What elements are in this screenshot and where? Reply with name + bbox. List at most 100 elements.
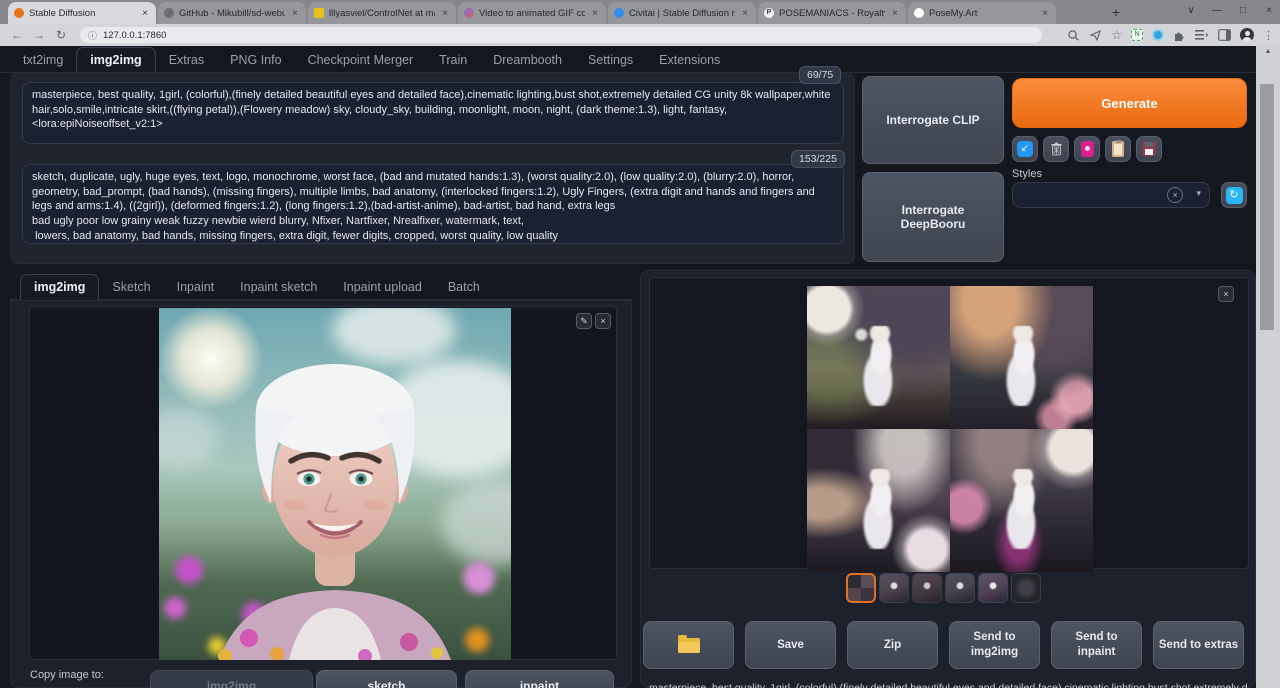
generate-button[interactable]: Generate bbox=[1012, 78, 1247, 128]
browser-menu-icon[interactable]: ⋮ bbox=[1263, 29, 1274, 42]
thumbnail-6[interactable] bbox=[1011, 573, 1041, 603]
favicon-gif-converter bbox=[464, 8, 474, 18]
paste-generation-params-button[interactable]: ↙ bbox=[1012, 136, 1038, 162]
tab-img2img[interactable]: img2img bbox=[76, 47, 155, 73]
result-image-1[interactable] bbox=[807, 286, 950, 429]
negative-prompt-input[interactable]: sketch, duplicate, ugly, huge eyes, text… bbox=[22, 164, 844, 244]
tab-list-icon[interactable] bbox=[1195, 29, 1209, 41]
copy-to-sketch-button[interactable]: sketch bbox=[316, 670, 457, 688]
subtab-inpaint[interactable]: Inpaint bbox=[164, 275, 228, 299]
send-to-inpaint-button[interactable]: Send to inpaint bbox=[1051, 621, 1142, 669]
site-info-icon[interactable]: ⓘ bbox=[88, 29, 97, 42]
tab-train[interactable]: Train bbox=[426, 48, 480, 72]
edit-image-icon[interactable]: ✎ bbox=[576, 313, 592, 329]
send-to-extras-button[interactable]: Send to extras bbox=[1153, 621, 1244, 669]
thumbnail-2[interactable] bbox=[879, 573, 909, 603]
tab-close-icon[interactable]: × bbox=[140, 8, 150, 19]
address-bar[interactable]: ⓘ 127.0.0.1:7860 bbox=[80, 27, 1042, 43]
negative-token-counter: 153/225 bbox=[791, 150, 845, 168]
browser-tab-stable-diffusion[interactable]: Stable Diffusion × bbox=[8, 2, 156, 24]
extensions-puzzle-icon[interactable] bbox=[1173, 29, 1186, 42]
subtab-inpaint-sketch[interactable]: Inpaint sketch bbox=[227, 275, 330, 299]
generation-info-text: masterpiece, best quality, 1girl, (color… bbox=[649, 682, 1247, 688]
tab-txt2img[interactable]: txt2img bbox=[10, 48, 76, 72]
window-minimize-button[interactable]: — bbox=[1204, 0, 1230, 22]
tab-search-icon[interactable]: ∨ bbox=[1178, 0, 1204, 22]
scrollbar-thumb[interactable] bbox=[1260, 84, 1274, 330]
result-image-3[interactable] bbox=[807, 429, 950, 572]
clear-prompt-button[interactable] bbox=[1043, 136, 1069, 162]
prompt-input[interactable]: masterpiece, best quality, 1girl, (color… bbox=[22, 82, 844, 144]
tab-close-icon[interactable]: × bbox=[290, 8, 300, 19]
tab-checkpoint-merger[interactable]: Checkpoint Merger bbox=[295, 48, 427, 72]
result-image-4[interactable] bbox=[950, 429, 1093, 572]
favicon-posemyart bbox=[914, 8, 924, 18]
browser-tab-posemaniacs[interactable]: P POSEMANIACS - Royalty free 3 × bbox=[758, 2, 906, 24]
thumbnail-4[interactable] bbox=[945, 573, 975, 603]
bookmark-star-icon[interactable]: ☆ bbox=[1111, 28, 1122, 42]
thumbnail-1[interactable] bbox=[846, 573, 876, 603]
share-icon[interactable] bbox=[1089, 29, 1102, 42]
browser-tab-github[interactable]: GitHub - Mikubill/sd-webui-con × bbox=[158, 2, 306, 24]
subtab-inpaint-upload[interactable]: Inpaint upload bbox=[330, 275, 435, 299]
back-icon[interactable]: ← bbox=[6, 28, 28, 42]
browser-tab-gif-converter[interactable]: Video to animated GIF converter × bbox=[458, 2, 606, 24]
source-image-dropzone[interactable]: ✎ × bbox=[29, 306, 617, 660]
result-image-2[interactable] bbox=[950, 286, 1093, 429]
close-gallery-icon[interactable]: × bbox=[1218, 286, 1234, 302]
side-panel-icon[interactable] bbox=[1218, 29, 1231, 41]
open-folder-button[interactable] bbox=[643, 621, 734, 669]
browser-tab-civitai[interactable]: Civitai | Stable Diffusion model × bbox=[608, 2, 756, 24]
profile-avatar[interactable] bbox=[1240, 28, 1254, 42]
styles-dropdown[interactable]: × ▾ bbox=[1012, 182, 1210, 208]
browser-tab-controlnet[interactable]: lllyasviel/ControlNet at main × bbox=[308, 2, 456, 24]
thumbnail-5[interactable] bbox=[978, 573, 1008, 603]
tab-close-icon[interactable]: × bbox=[440, 8, 450, 19]
tab-close-icon[interactable]: × bbox=[590, 8, 600, 19]
tab-close-icon[interactable]: × bbox=[1040, 8, 1050, 19]
result-image-grid[interactable] bbox=[807, 286, 1093, 572]
interrogate-deepbooru-button[interactable]: Interrogate DeepBooru bbox=[862, 172, 1004, 262]
save-button[interactable]: Save bbox=[745, 621, 836, 669]
chevron-down-icon[interactable]: ▾ bbox=[1196, 188, 1201, 199]
apply-styles-button[interactable] bbox=[1105, 136, 1131, 162]
subtab-sketch[interactable]: Sketch bbox=[99, 275, 163, 299]
forward-icon[interactable]: → bbox=[28, 28, 50, 42]
refresh-styles-button[interactable]: ↻ bbox=[1221, 182, 1247, 208]
tab-extras[interactable]: Extras bbox=[156, 48, 217, 72]
interrogate-clip-button[interactable]: Interrogate CLIP bbox=[862, 76, 1004, 164]
window-close-button[interactable]: × bbox=[1256, 0, 1280, 22]
save-style-button[interactable] bbox=[1136, 136, 1162, 162]
styles-clear-icon[interactable]: × bbox=[1167, 187, 1183, 203]
new-tab-button[interactable]: + bbox=[1106, 3, 1126, 23]
extra-networks-button[interactable] bbox=[1074, 136, 1100, 162]
img2img-panel: ✎ × bbox=[10, 300, 632, 688]
extension-n-icon[interactable]: N bbox=[1131, 29, 1143, 41]
tab-extensions[interactable]: Extensions bbox=[646, 48, 733, 72]
tab-close-icon[interactable]: × bbox=[740, 8, 750, 19]
tab-close-icon[interactable]: × bbox=[890, 8, 900, 19]
zip-button[interactable]: Zip bbox=[847, 621, 938, 669]
prompt-token-counter: 69/75 bbox=[799, 66, 841, 84]
browser-tabstrip: Stable Diffusion × GitHub - Mikubill/sd-… bbox=[0, 0, 1280, 24]
send-to-img2img-button[interactable]: Send to img2img bbox=[949, 621, 1040, 669]
window-maximize-button[interactable]: □ bbox=[1230, 0, 1256, 22]
source-image[interactable] bbox=[159, 308, 511, 660]
tab-png-info[interactable]: PNG Info bbox=[217, 48, 294, 72]
tab-dreambooth[interactable]: Dreambooth bbox=[480, 48, 575, 72]
copy-to-inpaint-button[interactable]: inpaint bbox=[465, 670, 614, 688]
subtab-batch[interactable]: Batch bbox=[435, 275, 493, 299]
copy-to-img2img-button: img2img bbox=[150, 670, 313, 688]
zoom-icon[interactable] bbox=[1067, 29, 1080, 42]
styles-label: Styles bbox=[1012, 168, 1042, 180]
thumbnail-3[interactable] bbox=[912, 573, 942, 603]
browser-tab-posemyart[interactable]: PoseMy.Art × bbox=[908, 2, 1056, 24]
remove-image-icon[interactable]: × bbox=[595, 313, 611, 329]
tab-settings[interactable]: Settings bbox=[575, 48, 646, 72]
figure bbox=[854, 469, 905, 549]
subtab-img2img[interactable]: img2img bbox=[20, 274, 99, 300]
page-scrollbar[interactable]: ▲ bbox=[1256, 46, 1280, 688]
reload-icon[interactable]: ↻ bbox=[50, 28, 72, 42]
extension-blue-icon[interactable] bbox=[1152, 29, 1164, 41]
scroll-up-icon[interactable]: ▲ bbox=[1256, 48, 1280, 55]
